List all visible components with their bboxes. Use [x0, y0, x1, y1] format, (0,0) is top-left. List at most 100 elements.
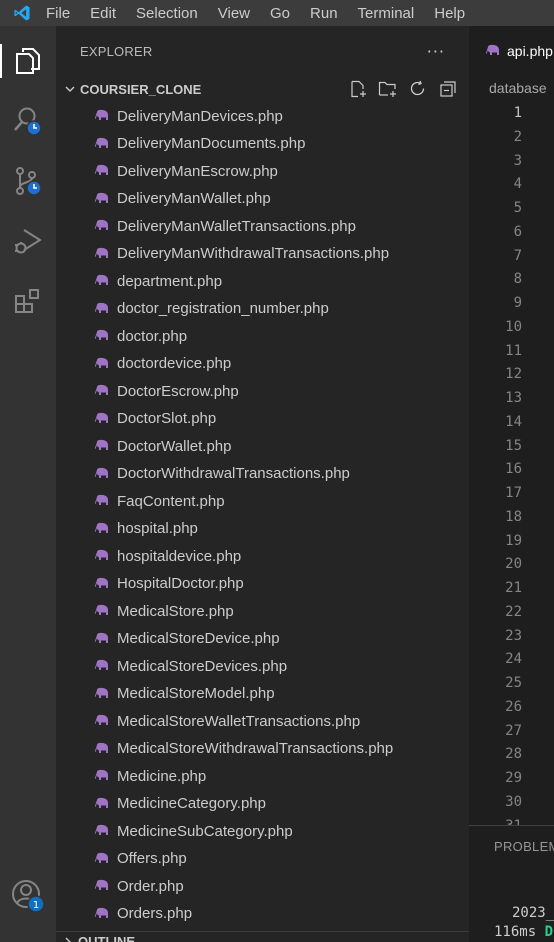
elephant-icon [94, 604, 110, 618]
menu-view[interactable]: View [216, 5, 252, 22]
file-name: Orders.php [117, 905, 193, 923]
elephant-icon [94, 687, 110, 701]
elephant-icon [94, 274, 110, 288]
line-number: 8 [513, 271, 522, 288]
line-number: 26 [505, 698, 522, 715]
terminal-line: 2023_ [512, 905, 554, 921]
file-item[interactable]: department.php [56, 268, 469, 296]
file-item[interactable]: DoctorWallet.php [56, 433, 469, 461]
file-name: DeliveryManWalletTransactions.php [117, 217, 356, 235]
file-item[interactable]: DeliveryManWalletTransactions.php [56, 213, 469, 241]
file-item[interactable]: MedicineCategory.php [56, 790, 469, 818]
account-icon[interactable]: 1 [0, 871, 56, 921]
file-item[interactable]: DeliveryManDocuments.php [56, 130, 469, 158]
elephant-icon [94, 192, 110, 206]
line-number: 19 [505, 532, 522, 549]
line-number: 17 [505, 485, 522, 501]
menu-run[interactable]: Run [308, 5, 340, 22]
file-item[interactable]: DoctorSlot.php [56, 405, 469, 433]
chevron-right-icon [65, 937, 71, 942]
file-item[interactable]: HospitalDoctor.php [56, 570, 469, 598]
file-item[interactable]: Medicine.php [56, 763, 469, 791]
file-name: DoctorWithdrawalTransactions.php [117, 465, 350, 483]
collapse-all-icon[interactable] [437, 78, 459, 100]
elephant-icon [94, 742, 110, 756]
line-number: 1 [513, 105, 522, 121]
activity-bar: 1 [0, 26, 56, 942]
refresh-icon[interactable] [407, 78, 429, 100]
vscode-logo-icon [0, 0, 44, 26]
breadcrumb[interactable]: database [469, 76, 554, 100]
more-actions-button[interactable]: ··· [427, 42, 445, 61]
new-file-icon[interactable] [347, 78, 369, 100]
file-item[interactable]: Offers.php [56, 845, 469, 873]
file-item[interactable]: DeliveryManWallet.php [56, 185, 469, 213]
menu-help[interactable]: Help [432, 5, 467, 22]
files-icon[interactable] [0, 36, 56, 86]
file-item[interactable]: hospital.php [56, 515, 469, 543]
file-item[interactable]: DeliveryManEscrow.php [56, 158, 469, 186]
source-control-icon[interactable] [0, 156, 56, 206]
file-item[interactable]: DeliveryManDevices.php [56, 103, 469, 131]
extensions-icon[interactable] [0, 276, 56, 326]
file-name: Medicine.php [117, 767, 207, 785]
file-name: Order.php [117, 877, 184, 895]
menu-bar: File Edit Selection View Go Run Terminal Help [44, 0, 483, 26]
file-name: DeliveryManEscrow.php [117, 162, 278, 180]
file-item[interactable]: MedicalStoreWithdrawalTransactions.php [56, 735, 469, 763]
file-item[interactable]: doctordevice.php [56, 350, 469, 378]
file-item[interactable]: MedicalStoreDevice.php [56, 625, 469, 653]
file-name: DeliveryManDocuments.php [117, 135, 306, 153]
file-name: doctor_registration_number.php [117, 300, 329, 318]
menu-terminal[interactable]: Terminal [356, 5, 417, 22]
terminal-timing: 116ms [494, 924, 537, 940]
elephant-icon [94, 247, 110, 261]
file-item[interactable]: MedicineSubCategory.php [56, 818, 469, 846]
elephant-icon [94, 797, 110, 811]
file-item[interactable]: Order.php [56, 873, 469, 901]
menu-selection[interactable]: Selection [134, 5, 200, 22]
tab-api-php[interactable]: api.php [469, 26, 554, 76]
new-folder-icon[interactable] [377, 78, 399, 100]
line-number: 23 [505, 627, 522, 644]
folder-header[interactable]: COURSIER_CLONE [56, 76, 469, 102]
file-item[interactable]: doctor.php [56, 323, 469, 351]
elephant-icon [94, 357, 110, 371]
file-name: MedicalStore.php [117, 602, 234, 620]
line-number: 21 [505, 580, 522, 596]
tab-problems[interactable]: PROBLEMS [494, 839, 554, 854]
menu-go[interactable]: Go [268, 5, 292, 22]
file-name: department.php [117, 272, 223, 290]
file-name: doctor.php [117, 327, 188, 345]
file-item[interactable]: DoctorEscrow.php [56, 378, 469, 406]
file-item[interactable]: DoctorWithdrawalTransactions.php [56, 460, 469, 488]
title-bar: File Edit Selection View Go Run Terminal Help [0, 0, 554, 26]
file-item[interactable]: doctor_registration_number.php [56, 295, 469, 323]
file-name: MedicalStoreDevices.php [117, 657, 288, 675]
elephant-icon [94, 219, 110, 233]
menu-edit[interactable]: Edit [88, 5, 118, 22]
file-tree: DeliveryManDevice.phpDeliveryManDevices.… [56, 88, 469, 942]
file-item[interactable]: MedicalStore.php [56, 598, 469, 626]
file-item[interactable]: FaqContent.php [56, 488, 469, 516]
elephant-icon [94, 329, 110, 343]
line-number: 30 [505, 793, 522, 810]
outline-section-header[interactable]: OUTLINE [56, 931, 469, 942]
file-item[interactable]: hospitaldevice.php [56, 543, 469, 571]
line-number: 24 [505, 651, 522, 668]
file-item[interactable]: MedicalStoreModel.php [56, 680, 469, 708]
menu-file[interactable]: File [44, 5, 72, 22]
line-number: 14 [505, 413, 522, 430]
file-item[interactable]: DeliveryManWithdrawalTransactions.php [56, 240, 469, 268]
elephant-icon [94, 522, 110, 536]
file-item[interactable]: Orders.php [56, 900, 469, 928]
bottom-panel: PROBLEMS 2023_ 116ms D [469, 825, 554, 942]
search-icon[interactable] [0, 96, 56, 146]
file-item[interactable]: MedicalStoreDevices.php [56, 653, 469, 681]
file-name: DoctorWallet.php [117, 437, 232, 455]
elephant-icon [94, 109, 110, 123]
line-number: 28 [505, 746, 522, 763]
run-debug-icon[interactable] [0, 216, 56, 266]
file-item[interactable]: MedicalStoreWalletTransactions.php [56, 708, 469, 736]
line-number: 7 [513, 247, 522, 264]
